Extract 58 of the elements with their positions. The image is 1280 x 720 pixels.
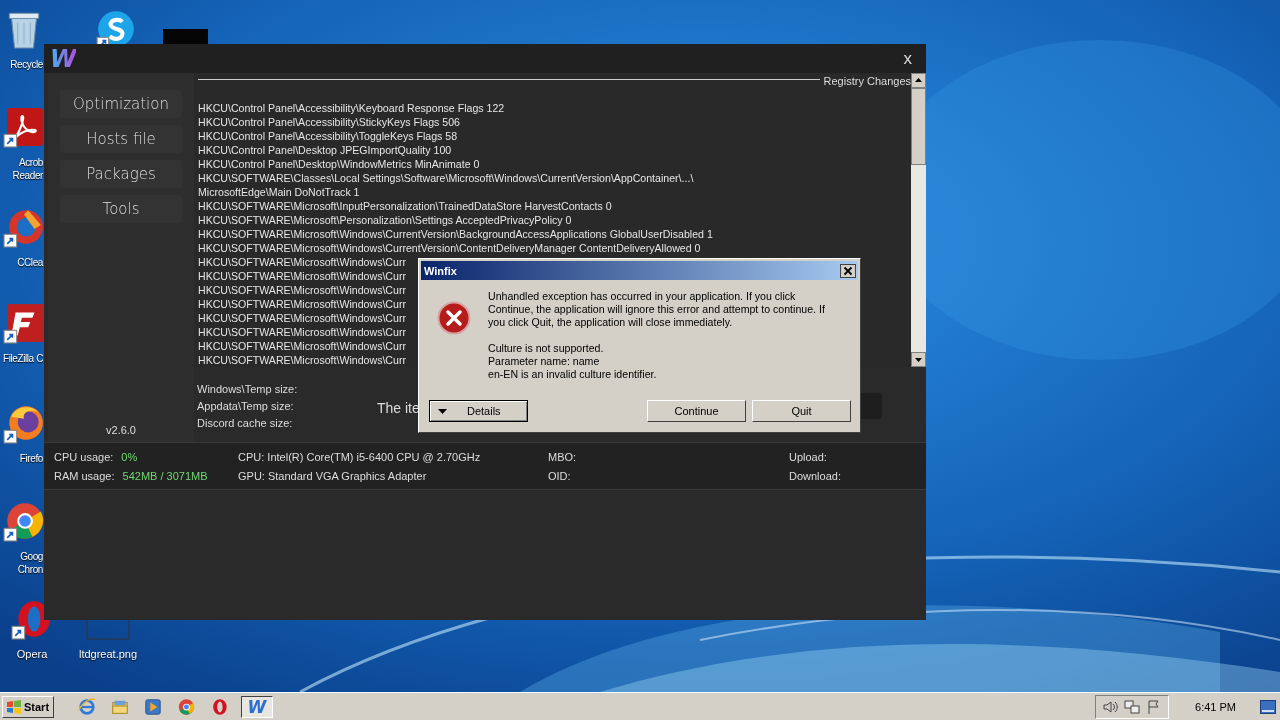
registry-entry: HKCU\Control Panel\Desktop\WindowMetrics MinAnimate 0 xyxy=(198,157,480,171)
nav-button[interactable]: Packages xyxy=(60,160,182,188)
registry-entry: HKCU\SOFTWARE\Microsoft\Windows\Curr xyxy=(198,297,406,311)
registry-entry: MicrosoftEdge\Main DoNotTrack 1 xyxy=(198,185,360,199)
icon-label: CClea xyxy=(17,256,43,269)
close-button[interactable]: x xyxy=(899,48,916,69)
cleanup-label: Discord cache size: xyxy=(197,416,294,431)
nav-button[interactable]: Tools xyxy=(60,195,182,223)
cleanup-label: Appdata\Temp size: xyxy=(197,399,295,414)
registry-entry: HKCU\SOFTWARE\Microsoft\Windows\Curr xyxy=(198,283,406,297)
icon-label: Recycle xyxy=(10,58,43,71)
icon-label: Acrob Reader xyxy=(12,156,43,182)
stat-label: Download: xyxy=(789,469,841,482)
dialog-button[interactable]: Continue xyxy=(647,400,746,422)
dialog-button[interactable]: Quit xyxy=(752,400,851,422)
stat-label: GPU: Standard VGA Graphics Adapter xyxy=(238,469,427,482)
nav-button[interactable]: Hosts file xyxy=(60,125,182,153)
error-message: Unhandled exception has occurred in your application. If you click Continue, the application will ignore this error and attempt to continue. If you click Quit, the application will close immediately. xyxy=(488,290,826,329)
stat-label: CPU: Intel(R) Core(TM) i5-6400 CPU @ 2.70GHz xyxy=(238,450,481,463)
icon-label: FileZilla C xyxy=(2,352,43,365)
error-detail: Parameter name: name xyxy=(488,355,600,368)
error-detail: en-EN is an invalid culture identifier. xyxy=(488,368,657,381)
icon-label: ltdgreat.png xyxy=(78,648,138,661)
registry-entry: HKCU\SOFTWARE\Microsoft\Windows\Curr xyxy=(198,269,406,283)
registry-entry: HKCU\Control Panel\Accessibility\ToggleKeys Flags 58 xyxy=(198,129,458,143)
registry-entry: HKCU\SOFTWARE\Microsoft\Windows\Curr xyxy=(198,325,406,339)
registry-entry: HKCU\Control Panel\Accessibility\StickyKeys Flags 506 xyxy=(198,115,460,129)
icon-label: Opera xyxy=(16,648,48,661)
error-detail: Culture is not supported. xyxy=(488,342,604,355)
taskbar-button[interactable]: W xyxy=(241,695,273,718)
dialog-title: Winfix xyxy=(424,264,457,277)
registry-title: Registry Changes xyxy=(823,75,911,87)
registry-entry: HKCU\SOFTWARE\Microsoft\Windows\Curr xyxy=(198,339,406,353)
registry-entry: HKCU\SOFTWARE\Microsoft\Windows\Curr xyxy=(198,353,406,367)
stat-label: OID: xyxy=(548,469,571,482)
details-button[interactable]: Details xyxy=(429,400,528,422)
icon-label: Goog Chron xyxy=(17,550,43,576)
registry-entry: HKCU\SOFTWARE\Microsoft\Windows\Curr xyxy=(198,311,406,325)
registry-entry: HKCU\Control Panel\Desktop JPEGImportQuality 100 xyxy=(198,143,452,157)
start-button[interactable]: Start xyxy=(2,695,54,718)
stat-label: MBO: xyxy=(548,450,577,463)
icon-label: Firefo xyxy=(19,452,43,465)
stat-label: CPU usage: xyxy=(54,450,114,463)
registry-entry: HKCU\SOFTWARE\Microsoft\InputPersonalization\TrainedDataStore HarvestContacts 0 xyxy=(198,199,612,213)
registry-entry: HKCU\SOFTWARE\Microsoft\Windows\Curr xyxy=(198,255,406,269)
stat-value: 0% xyxy=(121,450,138,463)
registry-entry: HKCU\Control Panel\Accessibility\Keyboard Response Flags 122 xyxy=(198,101,505,115)
clock: 6:41 PM xyxy=(1195,700,1236,713)
registry-entry: HKCU\SOFTWARE\Microsoft\Personalization\Settings AcceptedPrivacyPolicy 0 xyxy=(198,213,572,227)
nav-button[interactable]: Optimization xyxy=(60,90,182,118)
version-label: v2.6.0 xyxy=(106,424,136,436)
stat-label: RAM usage: xyxy=(54,469,115,482)
registry-entry: HKCU\SOFTWARE\Classes\Local Settings\Software\Microsoft\Windows\CurrentVersion\AppContainer\...\ xyxy=(198,171,694,185)
stat-label: Upload: xyxy=(789,450,827,463)
registry-entry: HKCU\SOFTWARE\Microsoft\Windows\CurrentVersion\BackgroundAccessApplications GlobalUserDisabled 1 xyxy=(198,227,713,241)
stat-value: 542MB / 3071MB xyxy=(122,469,208,482)
cleanup-label: Windows\Temp size: xyxy=(197,382,299,397)
registry-entry: HKCU\SOFTWARE\Microsoft\Windows\CurrentVersion\ContentDeliveryManager ContentDeliveryAllowed 0 xyxy=(198,241,701,255)
